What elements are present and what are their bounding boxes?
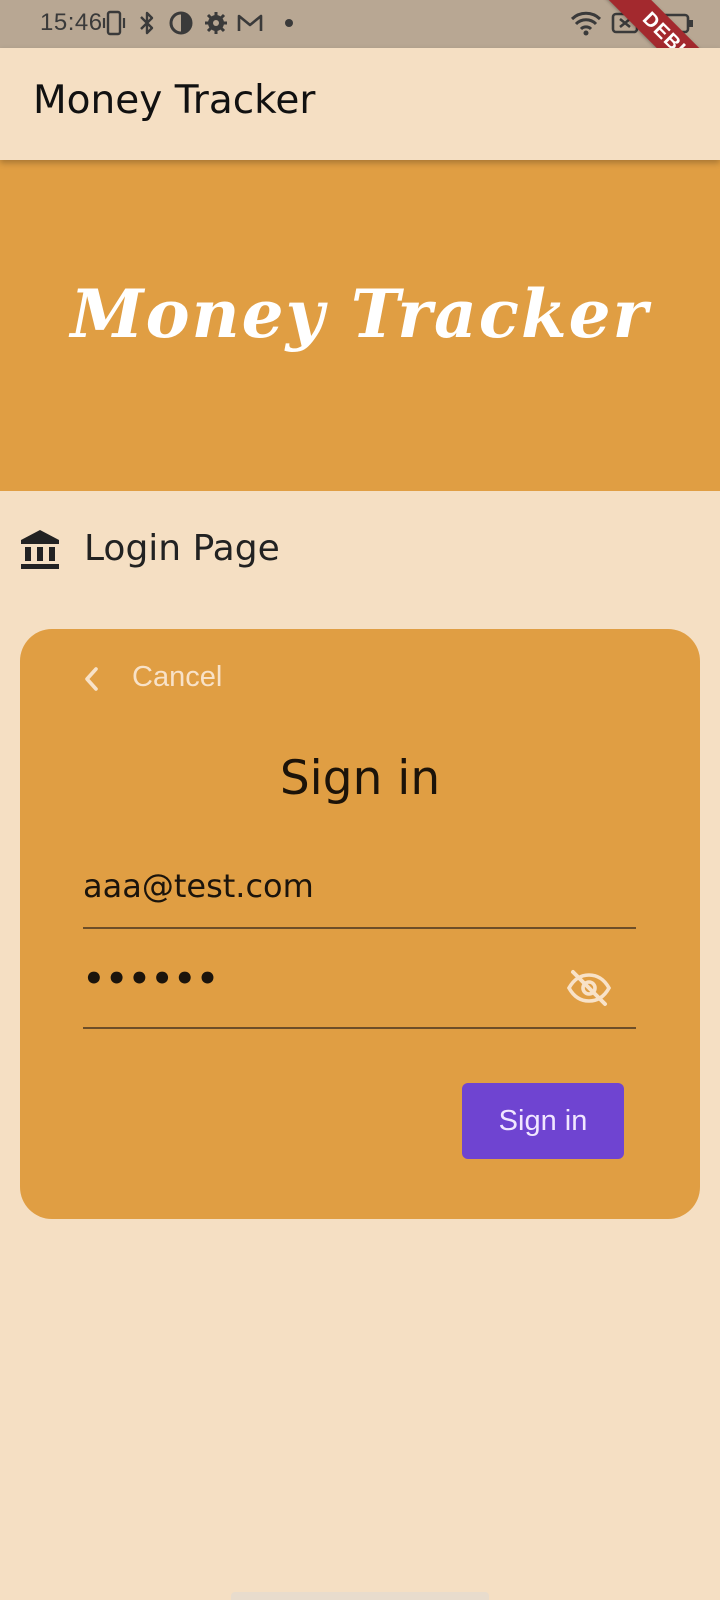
- hero-banner: Money Tracker: [0, 160, 720, 491]
- hero-title: Money Tracker: [70, 275, 650, 353]
- login-page-label: Login Page: [84, 528, 280, 569]
- home-indicator[interactable]: [231, 1592, 489, 1600]
- chevron-left-icon: [85, 667, 98, 691]
- status-bar: 15:46: [0, 0, 720, 48]
- dot-icon: [285, 19, 293, 27]
- vibrate-icon: [102, 10, 126, 36]
- bluetooth-icon: [140, 11, 154, 35]
- gmail-icon: [237, 14, 263, 31]
- eye-off-icon[interactable]: [566, 969, 612, 1007]
- bank-icon: [21, 530, 59, 569]
- email-field[interactable]: [83, 847, 636, 929]
- password-field[interactable]: ••••••: [83, 947, 636, 1029]
- app-bar: Money Tracker: [0, 48, 720, 160]
- email-input[interactable]: [83, 867, 543, 905]
- sign-in-title: Sign in: [279, 751, 441, 806]
- app-bar-title: Money Tracker: [33, 78, 316, 123]
- password-input[interactable]: ••••••: [83, 959, 543, 999]
- wifi-icon: [570, 11, 602, 36]
- data-saver-icon: [169, 11, 193, 35]
- sign-in-button[interactable]: Sign in: [462, 1083, 624, 1159]
- sign-in-card: Cancel Sign in •••••• Sign in: [20, 629, 700, 1219]
- screen: 15:46 DEBUG Money Tracker Money Tracker …: [0, 0, 720, 1600]
- cancel-label: Cancel: [132, 661, 223, 693]
- settings-icon: [205, 12, 227, 34]
- status-time: 15:46: [40, 9, 103, 36]
